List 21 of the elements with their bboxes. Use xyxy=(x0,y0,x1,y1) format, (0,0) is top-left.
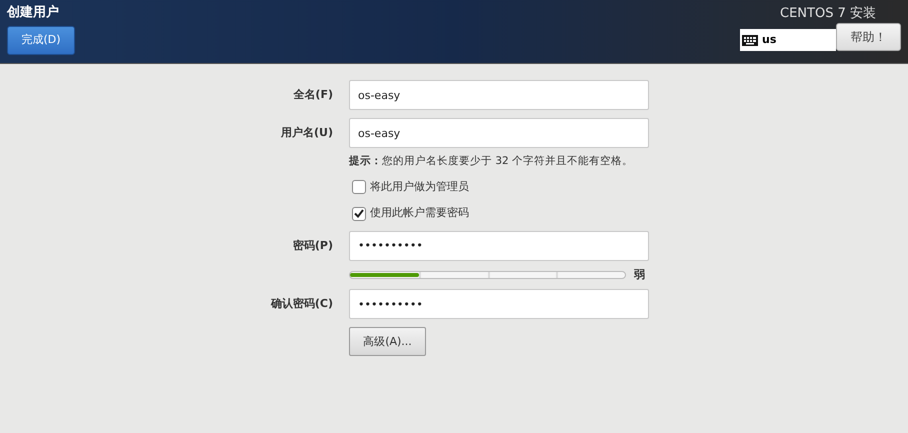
text-field[interactable]: •••••••••• xyxy=(349,289,649,320)
checkbox[interactable] xyxy=(352,180,366,194)
advanced-button[interactable]: 高级(A)... xyxy=(349,327,426,356)
checkbox-label: 将此用户做为管理员 xyxy=(370,178,469,195)
field-label: 确认密码(C) xyxy=(270,296,333,312)
text-field[interactable]: os-easy xyxy=(349,118,649,148)
field-label: 密码(P) xyxy=(292,238,333,254)
text-field[interactable]: os-easy xyxy=(349,80,649,110)
product-title: CENTOS 7 安装 xyxy=(780,5,876,23)
checkbox[interactable] xyxy=(352,206,366,220)
field-label: 用户名(U) xyxy=(280,124,333,141)
keyboard-layout-indicator[interactable]: us xyxy=(740,29,836,51)
strength-reading: 弱 xyxy=(634,266,645,283)
hint-text: 提示：您的用户名长度要少于 32 个字符并且不能有空格。 xyxy=(349,154,634,169)
checkbox-label: 使用此帐户需要密码 xyxy=(370,205,469,222)
done-button[interactable]: 完成(D) xyxy=(7,26,75,55)
keyboard-icon xyxy=(742,34,758,46)
help-button[interactable]: 帮助！ xyxy=(836,23,901,51)
text-field[interactable]: •••••••••• xyxy=(349,230,649,261)
page-title: 创建用户 xyxy=(7,5,60,21)
field-label: 全名(F) xyxy=(292,86,333,103)
